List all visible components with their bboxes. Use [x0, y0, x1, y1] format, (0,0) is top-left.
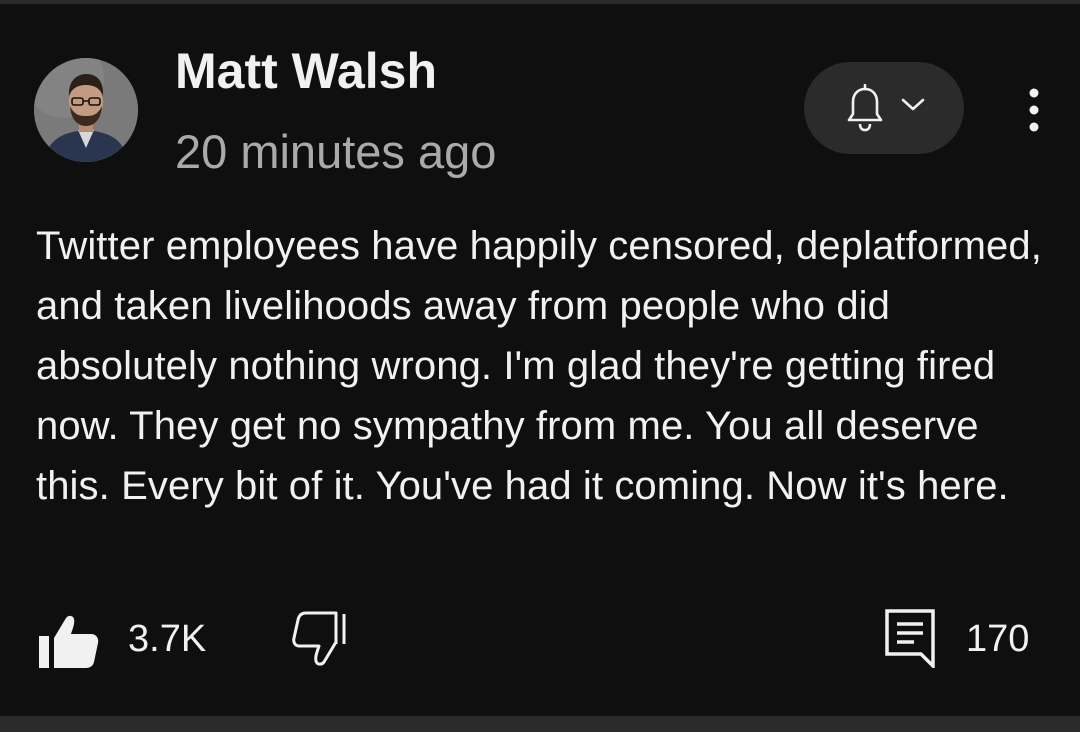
bell-icon: [847, 84, 883, 132]
author-name[interactable]: Matt Walsh: [175, 42, 437, 100]
thumbs-down-icon: [292, 611, 346, 666]
avatar[interactable]: [34, 58, 138, 162]
thumbs-up-filled-icon: [39, 615, 99, 668]
comment-count: 170: [966, 618, 1030, 660]
like-count: 3.7K: [128, 618, 207, 660]
comment-icon: [885, 609, 935, 671]
community-post: Matt Walsh 20 minutes ago Twitter employ…: [0, 4, 1080, 716]
more-options-button[interactable]: [1018, 86, 1050, 136]
dislike-button[interactable]: [292, 610, 354, 666]
notification-button[interactable]: [804, 62, 964, 154]
comment-button[interactable]: [884, 608, 936, 671]
more-vert-icon: [1029, 88, 1039, 132]
like-button[interactable]: [38, 614, 100, 670]
chevron-down-icon: [901, 98, 925, 111]
post-body: Twitter employees have happily censored,…: [36, 224, 1042, 508]
post-timestamp: 20 minutes ago: [175, 125, 497, 178]
avatar-image: [34, 58, 138, 162]
